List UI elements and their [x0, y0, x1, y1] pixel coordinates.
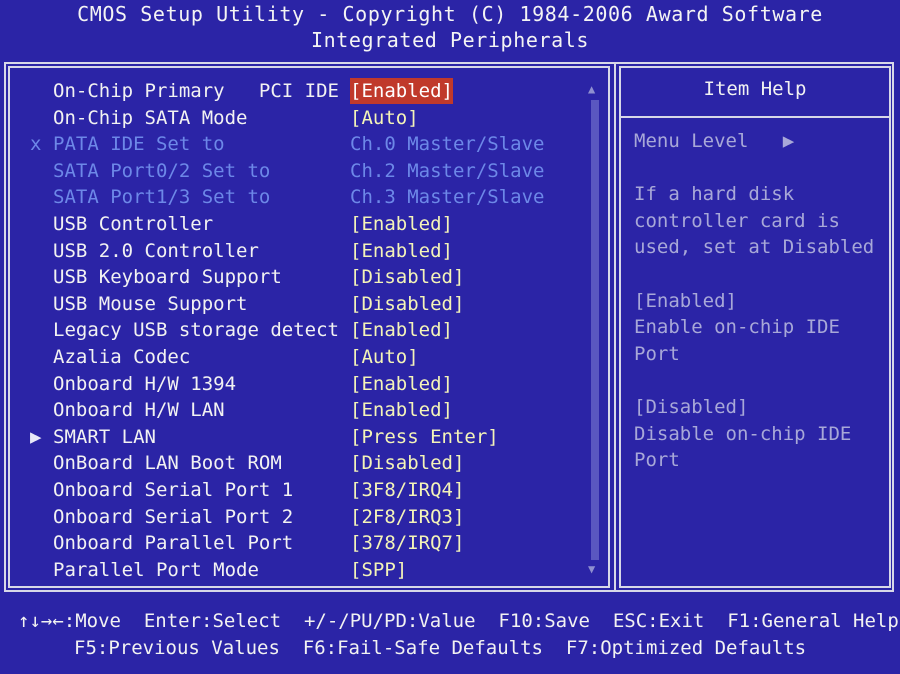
help-line: controller card is [634, 209, 840, 232]
setting-label: USB 2.0 Controller [53, 239, 259, 262]
scroll-down-arrow-icon[interactable]: ▼ [588, 562, 595, 576]
setting-value[interactable]: [Enabled] [350, 238, 453, 264]
setting-value: Ch.0 Master/Slave [350, 133, 545, 156]
setting-row[interactable]: Onboard H/W 1394 [Enabled] [0, 371, 600, 397]
setting-label: SMART LAN [53, 425, 156, 448]
help-line: Port [634, 342, 680, 365]
help-line: Enable on-chip IDE [634, 316, 840, 339]
setting-row[interactable]: ▶ SMART LAN [Press Enter] [0, 424, 600, 450]
help-line: If a hard disk [634, 183, 795, 206]
help-line: Disable on-chip IDE [634, 422, 852, 445]
setting-row: SATA Port1/3 Set to Ch.3 Master/Slave [0, 184, 600, 210]
scrollbar-track[interactable] [591, 100, 599, 560]
setting-label: Onboard H/W LAN [53, 399, 225, 422]
setting-label: Azalia Codec [53, 346, 191, 368]
setting-row[interactable]: On-Chip SATA Mode [Auto] [0, 105, 600, 131]
setting-row[interactable]: OnBoard LAN Boot ROM [Disabled] [0, 450, 600, 476]
setting-label: Onboard Serial Port 2 [53, 505, 294, 528]
setting-row[interactable]: Onboard Serial Port 1 [3F8/IRQ4] [0, 477, 600, 503]
setting-row[interactable]: USB Controller [Enabled] [0, 211, 600, 237]
item-help-title: Item Help [703, 78, 807, 100]
utility-title: CMOS Setup Utility - Copyright (C) 1984-… [77, 2, 823, 26]
setting-label: Onboard Parallel Port [53, 532, 294, 555]
help-line: [Disabled] [634, 396, 749, 418]
setting-value[interactable]: [Enabled] [350, 371, 453, 397]
setting-row[interactable]: Onboard Serial Port 2 [2F8/IRQ3] [0, 504, 600, 530]
setting-label: SATA Port0/2 Set to [53, 159, 271, 182]
setting-value[interactable]: [Press Enter] [350, 424, 499, 450]
row-marker: x [30, 133, 42, 156]
setting-value[interactable]: [Disabled] [350, 264, 464, 290]
setting-row: SATA Port0/2 Set to Ch.2 Master/Slave [0, 158, 600, 184]
setting-label: OnBoard LAN Boot ROM [53, 452, 282, 475]
setting-row[interactable]: Parallel Port Mode [SPP] [0, 557, 600, 583]
setting-label: Parallel Port Mode [53, 558, 259, 581]
setting-label: Onboard H/W 1394 [53, 372, 237, 395]
bios-header: CMOS Setup Utility - Copyright (C) 1984-… [0, 0, 900, 60]
setting-label: Onboard Serial Port 1 [53, 479, 294, 501]
setting-label: USB Controller [53, 213, 214, 235]
setting-value[interactable]: [3F8/IRQ4] [350, 477, 464, 503]
setting-value[interactable]: [SPP] [350, 557, 407, 583]
setting-value: Ch.2 Master/Slave [350, 159, 545, 182]
setting-row[interactable]: USB Mouse Support [Disabled] [0, 291, 600, 317]
help-title-separator [619, 116, 891, 118]
setting-row[interactable]: Azalia Codec [Auto] [0, 344, 600, 370]
page-title: Integrated Peripherals [310, 28, 590, 52]
setting-value: Ch.3 Master/Slave [350, 186, 545, 209]
key-legend-line-2: F5:Previous Values F6:Fail-Safe Defaults… [74, 637, 807, 659]
setting-value[interactable]: [Auto] [350, 344, 419, 370]
submenu-arrow-icon: ▶ [30, 425, 42, 448]
setting-value[interactable]: [Auto] [350, 105, 419, 131]
help-line: [Enabled] [634, 289, 737, 312]
setting-label: USB Mouse Support [53, 292, 248, 315]
help-line: used, set at Disabled [634, 236, 875, 259]
setting-value[interactable]: [2F8/IRQ3] [350, 504, 464, 530]
setting-label: PATA IDE Set to [53, 133, 225, 156]
setting-value[interactable]: [Enabled] [350, 397, 453, 423]
key-legend-line-1: ↑↓→←:Move Enter:Select +/-/PU/PD:Value F… [18, 610, 899, 632]
setting-value[interactable]: [Enabled] [350, 317, 453, 343]
setting-label: On-Chip Primary PCI IDE [53, 80, 339, 102]
setting-row[interactable]: USB 2.0 Controller [Enabled] [0, 238, 600, 264]
setting-value[interactable]: [Disabled] [350, 450, 464, 476]
setting-row[interactable]: USB Keyboard Support [Disabled] [0, 264, 600, 290]
setting-label: USB Keyboard Support [53, 266, 282, 289]
help-line: Port [634, 449, 680, 472]
setting-row[interactable]: Onboard Parallel Port [378/IRQ7] [0, 530, 600, 556]
setting-value[interactable]: [378/IRQ7] [350, 530, 464, 556]
setting-label: On-Chip SATA Mode [53, 106, 248, 129]
key-legend: ↑↓→←:Move Enter:Select +/-/PU/PD:Value F… [0, 608, 900, 674]
setting-label: SATA Port1/3 Set to [53, 186, 271, 209]
setting-label: Legacy USB storage detect [53, 319, 339, 342]
setting-row[interactable]: Onboard H/W LAN [Enabled] [0, 397, 600, 423]
setting-value[interactable]: [Enabled] [350, 211, 453, 237]
setting-value[interactable]: [Disabled] [350, 291, 464, 317]
setting-value[interactable]: [Enabled] [350, 78, 453, 104]
setting-row[interactable]: On-Chip Primary PCI IDE [Enabled] [0, 78, 600, 104]
setting-row[interactable]: Legacy USB storage detect [Enabled] [0, 317, 600, 343]
panel-divider [614, 62, 616, 592]
help-line: Menu Level ▶ [634, 130, 795, 152]
scroll-up-arrow-icon[interactable]: ▲ [588, 82, 595, 96]
setting-row: x PATA IDE Set to Ch.0 Master/Slave [0, 131, 600, 157]
